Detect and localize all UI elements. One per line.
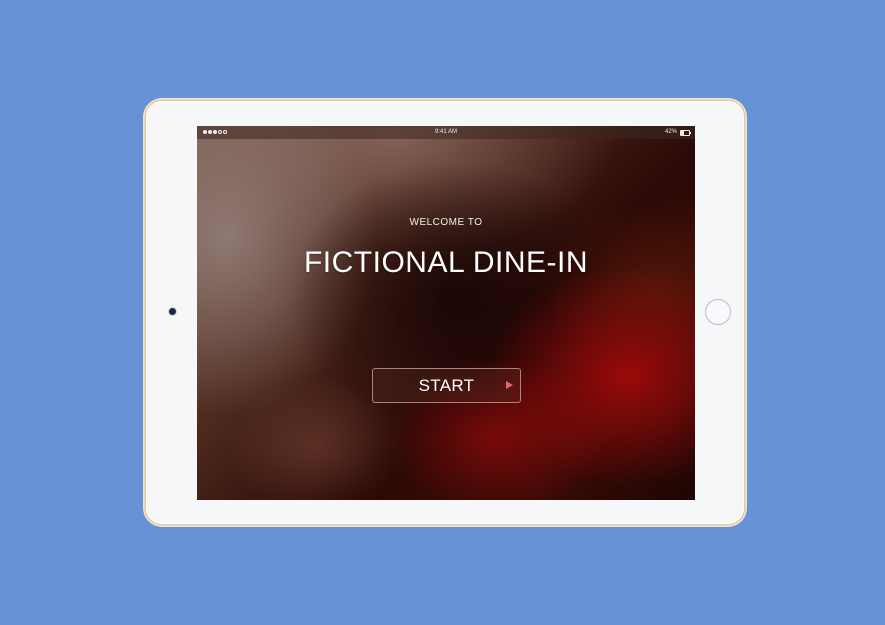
start-button-label: START	[418, 376, 475, 395]
play-triangle-icon	[506, 381, 513, 389]
battery-percentage: 42%	[664, 129, 677, 135]
front-camera-icon	[169, 308, 176, 315]
status-bar: 9:41 AM 42%	[197, 126, 695, 139]
app-screen: 9:41 AM 42% WELCOME TO FICTIONAL DINE-IN…	[197, 126, 695, 500]
start-button[interactable]: START	[372, 368, 521, 403]
battery-status: 42%	[664, 126, 691, 139]
app-title: FICTIONAL DINE-IN	[303, 246, 589, 279]
battery-fill	[681, 130, 685, 135]
battery-icon	[680, 129, 691, 136]
tablet-device: 9:41 AM 42% WELCOME TO FICTIONAL DINE-IN…	[146, 101, 744, 524]
status-time: 9:41 AM	[434, 129, 457, 135]
welcome-text: WELCOME TO	[409, 217, 483, 228]
page-background: 9:41 AM 42% WELCOME TO FICTIONAL DINE-IN…	[0, 0, 885, 625]
home-button[interactable]	[705, 299, 731, 325]
